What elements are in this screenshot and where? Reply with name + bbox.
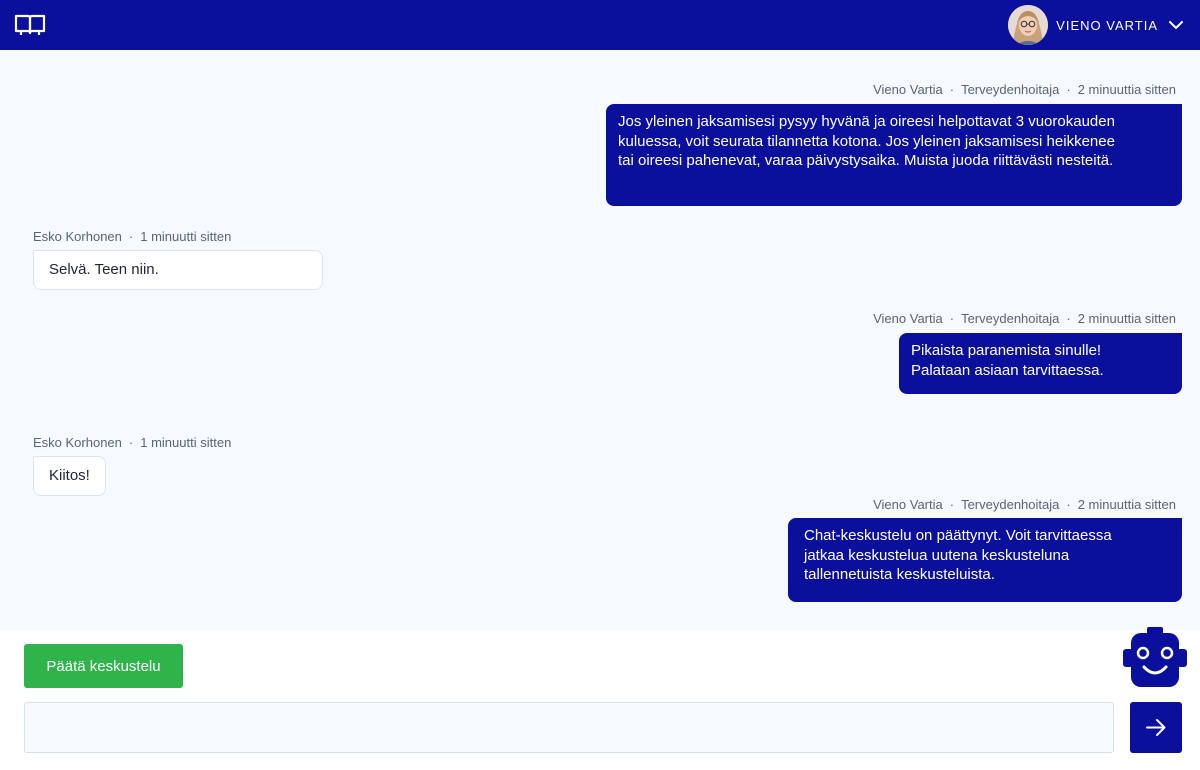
message-meta: Vieno Vartia · Terveydenhoitaja · 2 minuutti… (873, 311, 1176, 326)
message-bubble-outgoing: Pikaista paranemista sinulle! Palataan a… (899, 333, 1182, 394)
message-line: kuluessa, voit seurata tilannetta kotona… (618, 132, 1115, 150)
message-line: jatkaa keskustelua uutena keskusteluna (804, 546, 1070, 564)
end-conversation-button[interactable]: Päätä keskustelu (24, 644, 183, 688)
robot-icon[interactable] (1123, 627, 1187, 689)
message-author: Vieno Vartia (873, 311, 943, 326)
conversation-area[interactable]: Vieno Vartia · Terveydenhoitaja · 2 minuutti… (0, 50, 1200, 630)
message-time: 2 minuuttia sitten (1077, 82, 1176, 97)
message-line: Palataan asiaan tarvittaessa. (911, 361, 1104, 379)
message-bubble-outgoing: Chat-keskustelu on päättynyt. Voit tarvi… (788, 518, 1182, 602)
message-bubble-incoming: Kiitos! (33, 456, 106, 496)
message-author: Vieno Vartia (873, 82, 943, 97)
message-time: 1 minuutti sitten (140, 229, 232, 244)
message-author: Vieno Vartia (873, 497, 943, 512)
message-line: Chat-keskustelu on päättynyt. Voit tarvi… (804, 527, 1112, 544)
message-line: Selvä. Teen niin. (49, 261, 159, 278)
message-bubble-outgoing: Jos yleinen jaksamisesi pysyy hyvänä ja … (606, 104, 1182, 206)
message-meta: Vieno Vartia · Terveydenhoitaja · 2 minuutti… (873, 82, 1176, 97)
message-line: Pikaista paranemista sinulle! (911, 342, 1102, 359)
avatar (1008, 5, 1049, 45)
message-line: tallennetuista keskusteluista. (804, 566, 995, 583)
user-name: VIENO VARTIA (1056, 17, 1158, 33)
message-bubble-incoming: Selvä. Teen niin. (33, 250, 323, 290)
message-role: Terveydenhoitaja (961, 497, 1060, 512)
message-role: Terveydenhoitaja (961, 311, 1060, 326)
message-meta: Vieno Vartia · Terveydenhoitaja · 2 minuutti… (873, 497, 1176, 512)
arrow-right-icon (1146, 719, 1166, 736)
message-time: 2 minuuttia sitten (1077, 311, 1176, 326)
message-author: Esko Korhonen (33, 229, 122, 244)
message-time: 2 minuuttia sitten (1077, 497, 1176, 512)
message-time: 1 minuutti sitten (140, 435, 232, 450)
message-input[interactable] (24, 702, 1114, 753)
user-menu[interactable]: VIENO VARTIA (1008, 5, 1184, 45)
chevron-down-icon[interactable] (1168, 20, 1184, 30)
top-bar: VIENO VARTIA (0, 0, 1200, 50)
message-line: Jos yleinen jaksamisesi pysyy hyvänä ja … (618, 113, 1115, 130)
message-meta: Esko Korhonen · 1 minuutti sitten (33, 229, 232, 244)
message-line: tai oireesi pahenevat, varaa päivystysai… (618, 152, 1114, 169)
message-author: Esko Korhonen (33, 435, 122, 450)
message-role: Terveydenhoitaja (961, 82, 1060, 97)
book-icon[interactable] (14, 14, 46, 36)
message-line: Kiitos! (49, 467, 90, 484)
send-button[interactable] (1130, 702, 1182, 753)
message-meta: Esko Korhonen · 1 minuutti sitten (33, 435, 232, 450)
